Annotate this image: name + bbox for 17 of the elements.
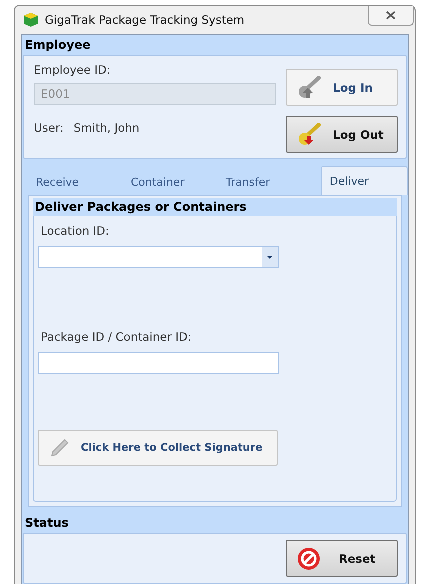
field-label: Employee ID: (34, 63, 112, 77)
section-header: Status (24, 515, 70, 532)
field-label: Location ID: (41, 224, 110, 238)
tab[interactable]: Deliver (320, 166, 408, 195)
tab[interactable]: Receive (28, 169, 123, 195)
tab[interactable]: Container (122, 169, 218, 195)
field-label: User: (34, 121, 64, 135)
field-label: Package ID / Container ID: (41, 330, 193, 344)
window-title: GigaTrak Package Tracking System (45, 13, 246, 27)
log-out-button[interactable]: Log Out (286, 116, 398, 153)
log-in-button[interactable]: Log In (286, 69, 398, 106)
reset-button[interactable]: Reset (286, 540, 398, 577)
user-name: Smith, John (74, 121, 140, 135)
tab[interactable]: Transfer (218, 169, 313, 195)
section-header: Employee (24, 37, 92, 54)
collect-signature-button[interactable]: Click Here to Collect Signature (38, 430, 278, 466)
section-header: Deliver Packages or Containers (33, 198, 397, 216)
